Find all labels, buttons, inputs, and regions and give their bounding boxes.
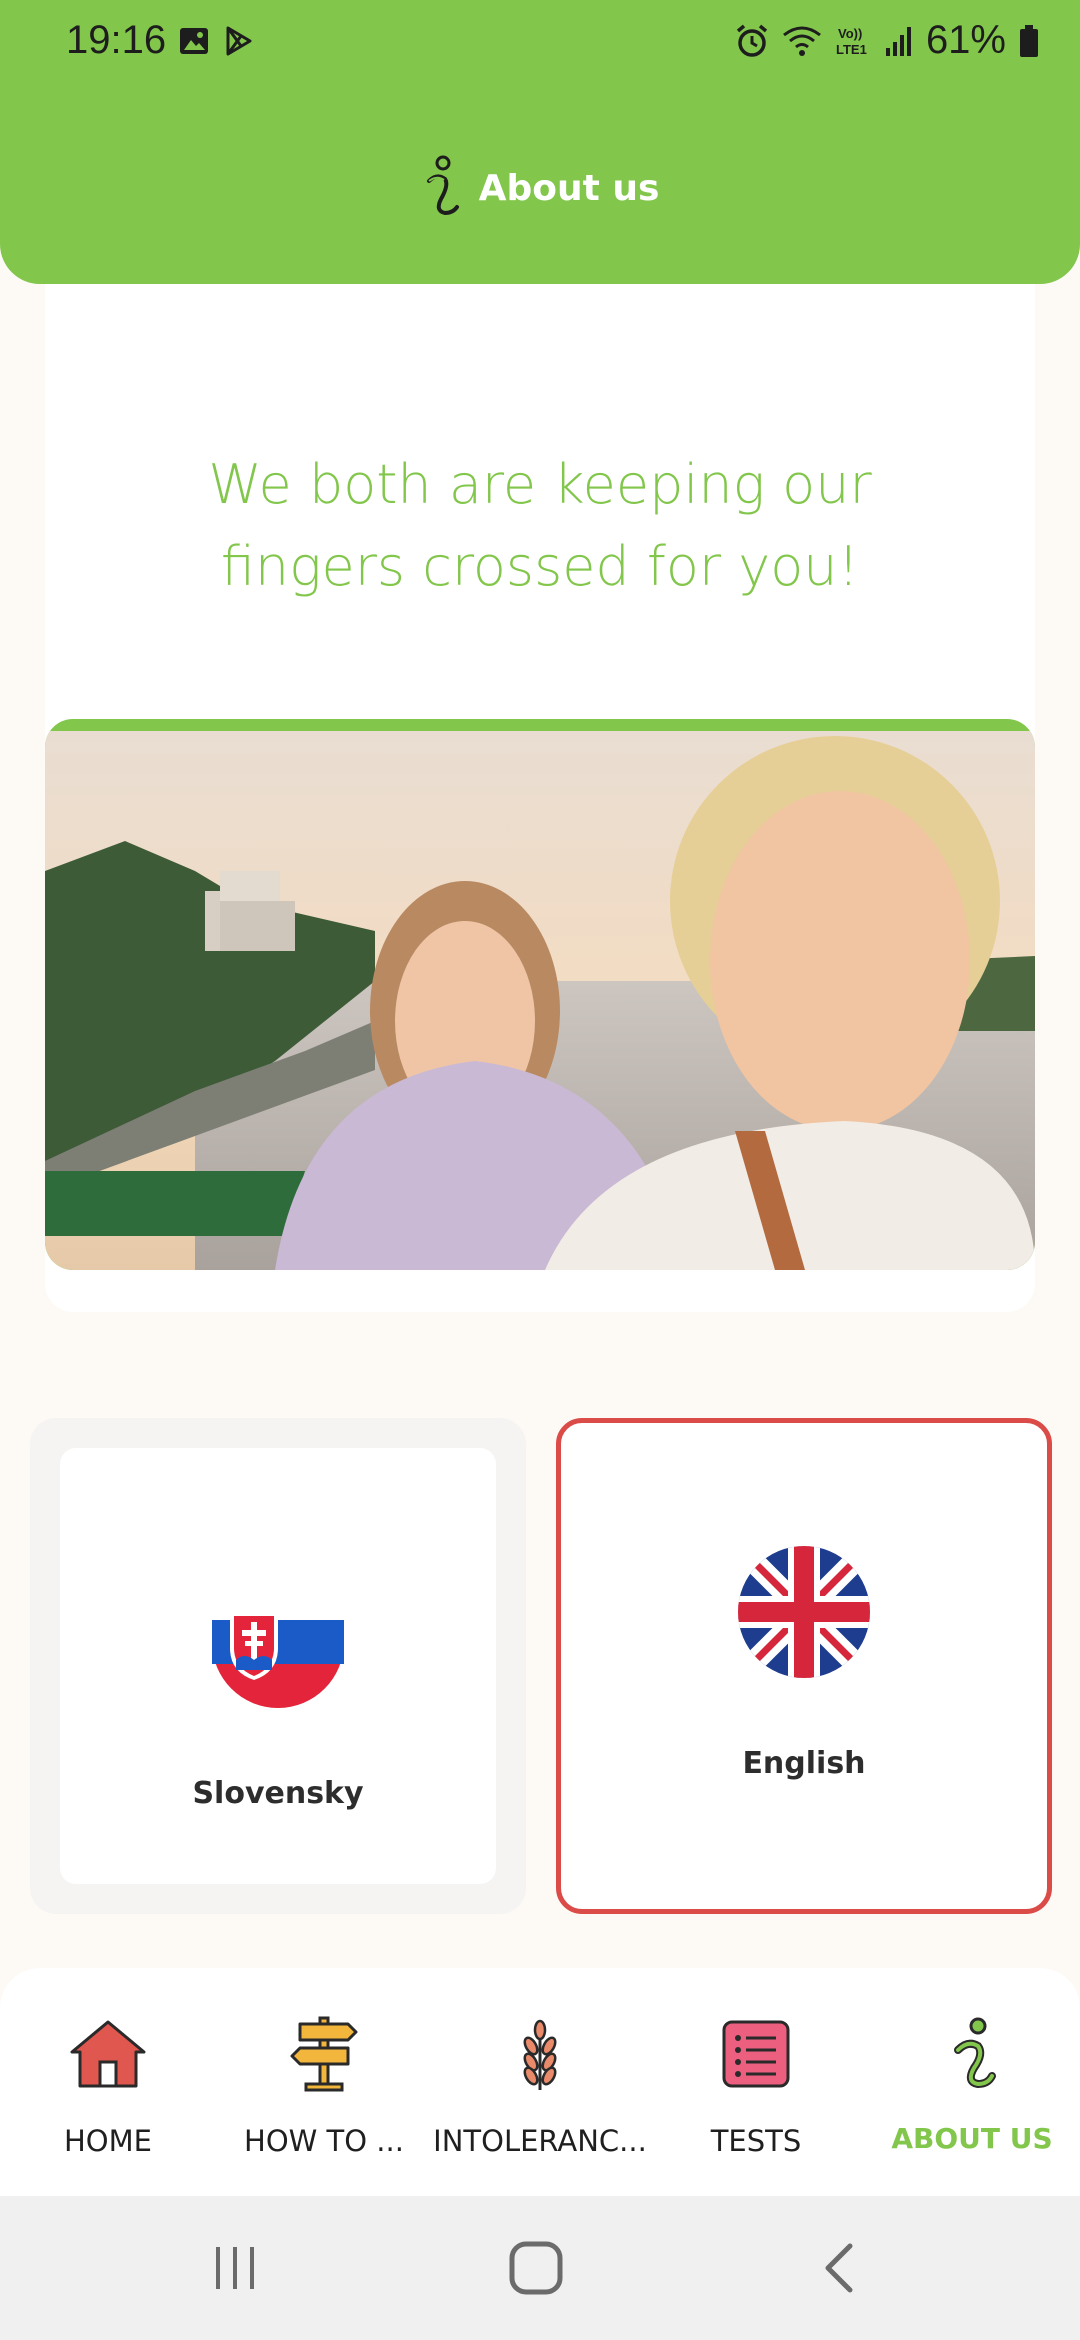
signpost-icon <box>290 2016 358 2092</box>
nav-item-tests[interactable]: TESTS <box>648 1968 864 2196</box>
volte-icon: Vo)) LTE1 <box>836 26 867 57</box>
play-store-icon <box>226 26 252 56</box>
about-card: We both are keeping our fingers crossed … <box>45 284 1035 1312</box>
recent-apps-button[interactable] <box>175 2196 295 2340</box>
svg-text:Vo)): Vo)) <box>838 26 862 41</box>
language-card-english[interactable]: English <box>556 1418 1052 1914</box>
nav-label-tests: TESTS <box>710 2124 802 2158</box>
team-photo <box>45 731 1035 1270</box>
back-button[interactable] <box>780 2196 900 2340</box>
bottom-navigation: HOME HOW TO ... INTOLERANC... TESTS ABOU… <box>0 1968 1080 2196</box>
photo-frame <box>45 719 1035 1270</box>
nav-item-how-to[interactable]: HOW TO ... <box>216 1968 432 2196</box>
back-icon <box>825 2243 853 2293</box>
nav-item-home[interactable]: HOME <box>0 1968 216 2196</box>
wifi-icon <box>783 26 821 56</box>
battery-percent: 61% <box>925 18 1006 62</box>
home-icon <box>70 2020 146 2088</box>
nav-item-intolerances[interactable]: INTOLERANC... <box>432 1968 648 2196</box>
tagline-line-2: fingers crossed for you! <box>220 535 860 598</box>
status-bar: 19:16 Vo)) LTE1 61% <box>0 0 1080 90</box>
info-icon <box>954 2017 996 2089</box>
uk-flag-icon <box>738 1546 870 1678</box>
language-label-slovensky: Slovensky <box>192 1776 364 1811</box>
home-button[interactable] <box>476 2196 596 2340</box>
nav-label-intolerances: INTOLERANC... <box>433 2124 647 2158</box>
language-label-english: English <box>742 1746 866 1781</box>
image-icon <box>180 28 208 54</box>
tagline-line-1: We both are keeping our <box>208 453 872 516</box>
nav-label-about-us: ABOUT US <box>891 2122 1053 2155</box>
system-navigation-bar <box>0 2196 1080 2340</box>
nav-label-home: HOME <box>64 2124 152 2158</box>
language-card-slovensky[interactable]: Slovensky <box>30 1418 526 1914</box>
nav-label-how-to: HOW TO ... <box>244 2124 404 2158</box>
nav-item-about-us[interactable]: ABOUT US <box>864 1968 1080 2196</box>
alarm-icon <box>736 24 768 57</box>
svg-text:LTE1: LTE1 <box>836 42 867 57</box>
language-card-inner: Slovensky <box>60 1448 496 1884</box>
page-title: About us <box>478 167 660 209</box>
info-icon <box>426 155 459 216</box>
recent-apps-icon <box>216 2247 254 2289</box>
home-square-icon <box>509 2241 563 2295</box>
checklist-icon <box>722 2020 790 2088</box>
app-header: 19:16 Vo)) LTE1 61% About us <box>0 0 1080 284</box>
battery-icon <box>1020 24 1038 57</box>
signal-icon <box>885 26 911 56</box>
slovak-flag-icon <box>212 1612 344 1708</box>
status-time: 19:16 <box>66 18 167 62</box>
tagline: We both are keeping our fingers crossed … <box>45 444 1035 608</box>
wheat-icon <box>523 2019 557 2090</box>
